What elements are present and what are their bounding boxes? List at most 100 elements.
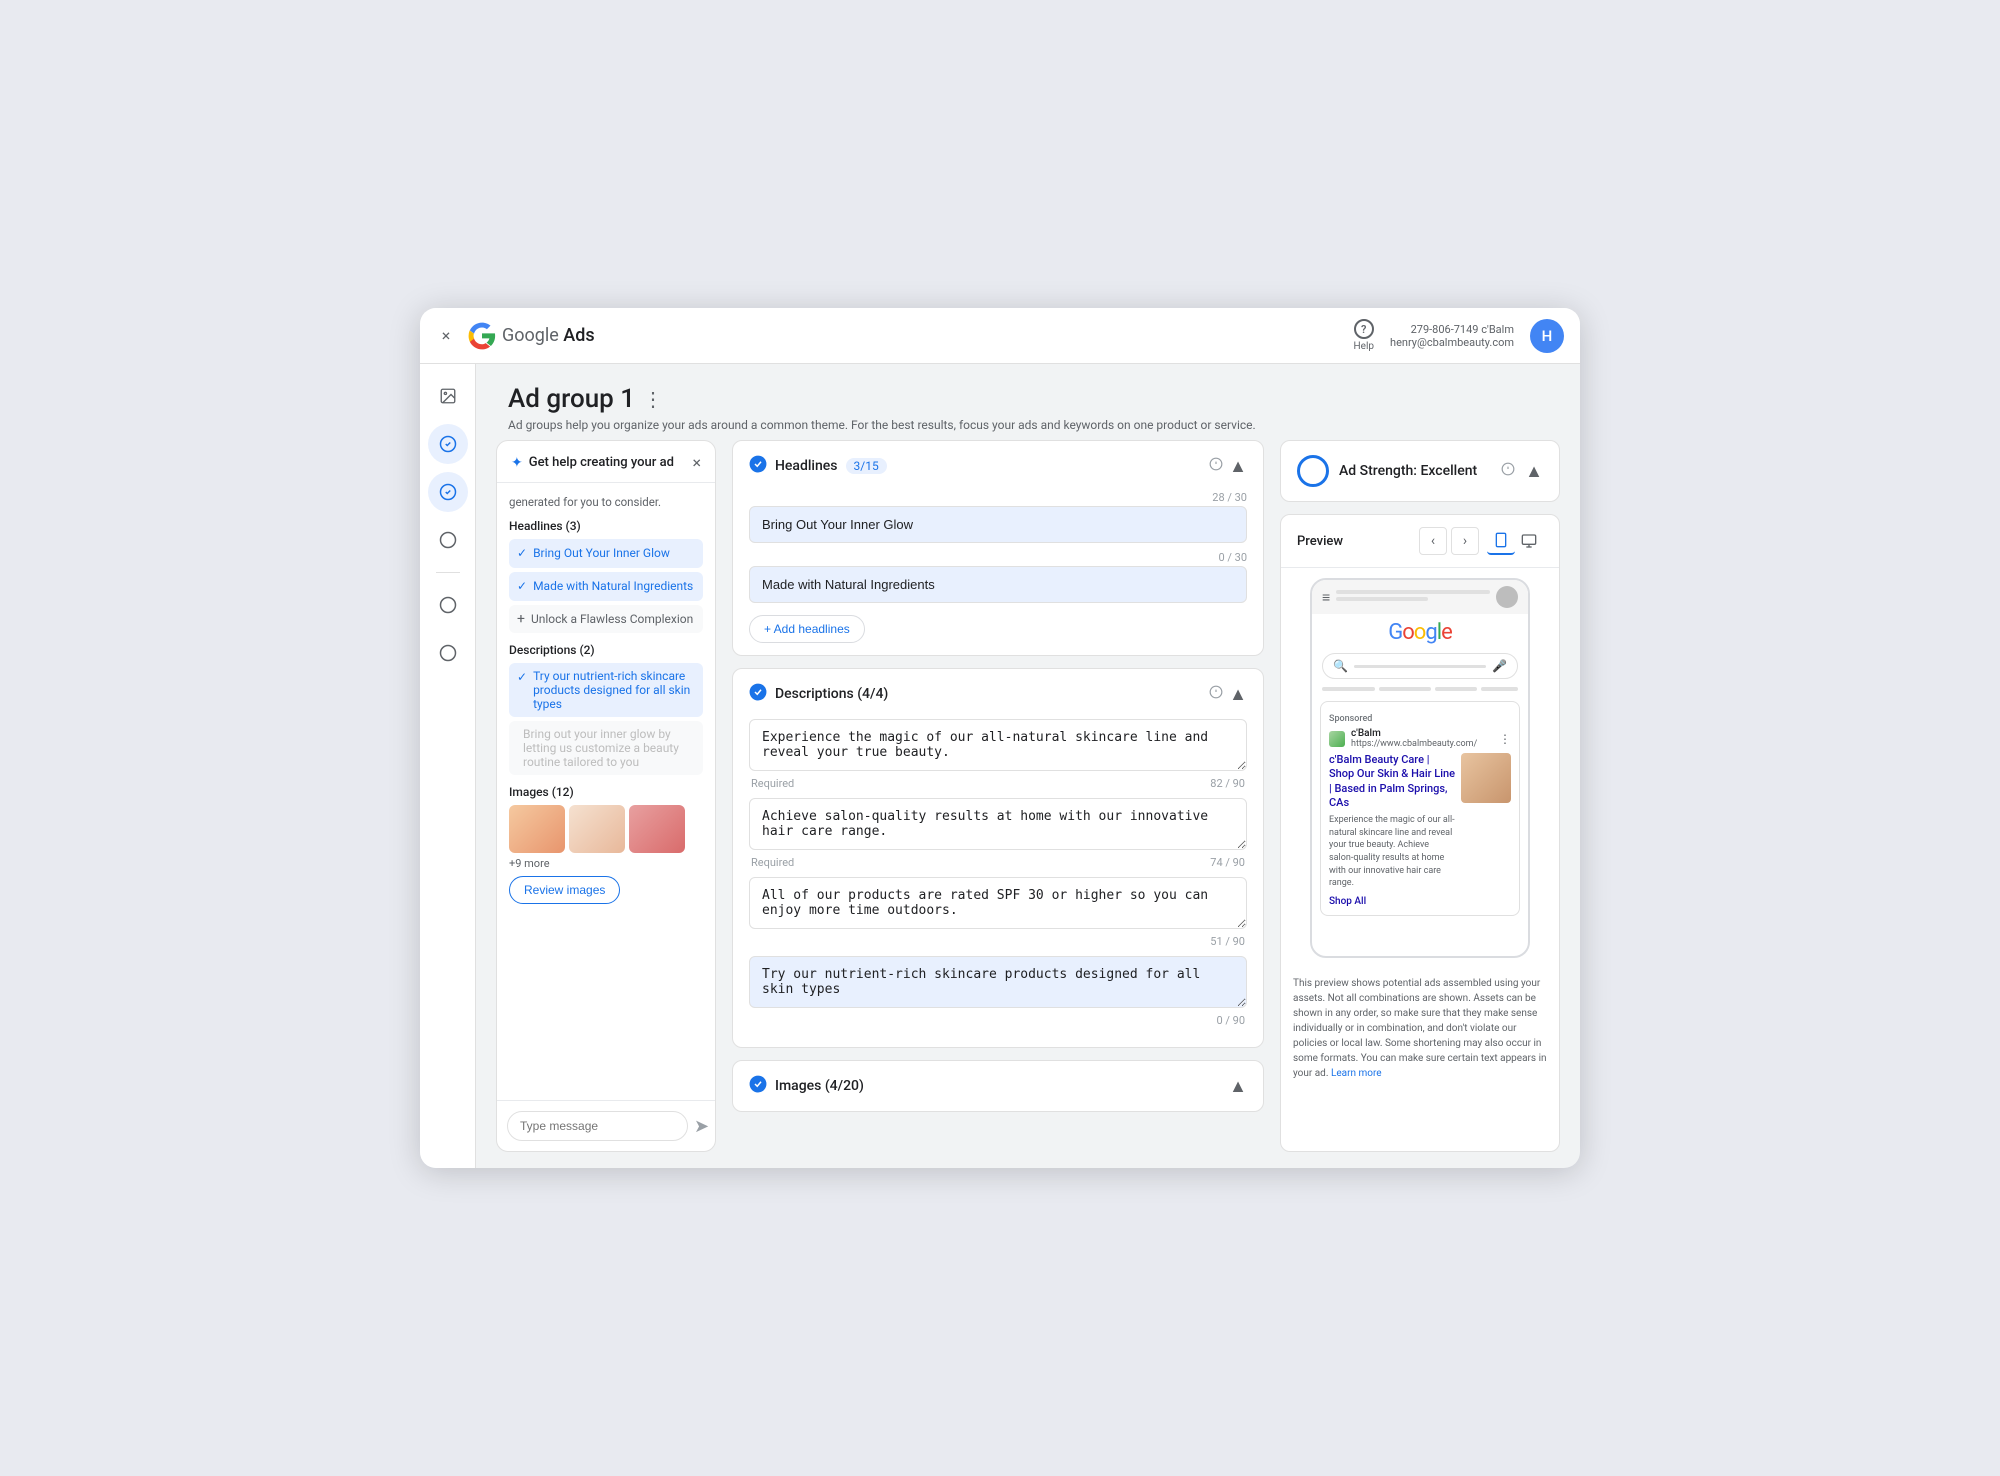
ai-close-button[interactable]: × <box>692 453 701 472</box>
descriptions-toggle[interactable]: ▲ <box>1229 684 1247 705</box>
headlines-info-icon[interactable] <box>1209 457 1223 475</box>
headline-input-1[interactable] <box>749 506 1247 543</box>
desc-counter-row-1: Required 82 / 90 <box>749 777 1247 790</box>
ai-message-input[interactable] <box>507 1111 688 1141</box>
ai-send-button[interactable]: ➤ <box>694 1116 709 1137</box>
descriptions-inputs: Experience the magic of our all-natural … <box>733 719 1263 1047</box>
phone-shop-link[interactable]: Shop All <box>1329 896 1511 907</box>
descriptions-info-icon[interactable] <box>1209 685 1223 703</box>
ad-strength-card: Ad Strength: Excellent ▲ <box>1280 440 1560 502</box>
review-images-button[interactable]: Review images <box>509 876 620 904</box>
headlines-section-label: Headlines (3) <box>509 519 703 533</box>
desc-wrap-1: Experience the magic of our all-natural … <box>749 719 1247 790</box>
topbar: × Google Ads ? Help 279-806-7149 c'Balm … <box>420 308 1580 364</box>
phone-top-bar: ≡ <box>1312 580 1528 614</box>
phone-logo-o1: o <box>1402 620 1414 645</box>
content-header: Ad group 1 ⋮ Ad groups help you organize… <box>476 364 1580 440</box>
phone-ad-desc: Experience the magic of our all-natural … <box>1329 814 1455 890</box>
phone-ad-url: https://www.cbalmbeauty.com/ <box>1351 739 1477 749</box>
ai-image-thumb-3 <box>629 805 685 853</box>
sidebar-icon-image[interactable] <box>428 376 468 416</box>
ai-check-icon-1: ✓ <box>517 546 527 560</box>
phone-ad-text: c'Balm Beauty Care | Shop Our Skin & Hai… <box>1329 753 1455 890</box>
ad-strength-header: Ad Strength: Excellent ▲ <box>1297 455 1543 487</box>
sidebar-icon-check1[interactable] <box>428 424 468 464</box>
desc-input-4[interactable]: Try our nutrient-rich skincare products … <box>749 956 1247 1008</box>
strength-info-icon[interactable] <box>1501 462 1515 480</box>
ai-headline-text-2: Made with Natural Ingredients <box>533 578 695 595</box>
ai-desc-check-icon-1: ✓ <box>517 670 527 684</box>
preview-header: Preview ‹ › <box>1281 515 1559 568</box>
preview-next-button[interactable]: › <box>1451 527 1479 555</box>
phone-mockup: ≡ Google 🔍 <box>1310 578 1530 958</box>
phone-ad: Sponsored c'Balm https://www.cbalmbeauty… <box>1320 701 1520 916</box>
phone-menu-icon: ≡ <box>1322 589 1330 606</box>
images-card-header: Images (4/20) ▲ <box>733 1061 1263 1111</box>
phone-logo-e: e <box>1441 620 1452 645</box>
middle-panel: Headlines 3/15 ▲ <box>732 440 1264 1152</box>
phone-search-bar[interactable]: 🔍 🎤 <box>1322 653 1518 679</box>
phone-more-icon[interactable]: ⋮ <box>1499 732 1511 746</box>
sidebar-icon-circle3[interactable] <box>428 633 468 673</box>
desc-input-1[interactable]: Experience the magic of our all-natural … <box>749 719 1247 771</box>
desc-counter-row-4: 0 / 90 <box>749 1014 1247 1027</box>
phone-ad-header: c'Balm https://www.cbalmbeauty.com/ ⋮ <box>1329 728 1511 749</box>
phone-ad-title[interactable]: c'Balm Beauty Care | Shop Our Skin & Hai… <box>1329 753 1455 810</box>
desc-required-2: Required <box>751 856 794 869</box>
ai-add-icon-3: + <box>517 611 525 627</box>
desc-counter-1: 82 / 90 <box>1210 777 1245 790</box>
preview-prev-button[interactable]: ‹ <box>1419 527 1447 555</box>
avatar[interactable]: H <box>1530 319 1564 353</box>
images-toggle[interactable]: ▲ <box>1229 1076 1247 1097</box>
ai-desc-item-2: Bring out your inner glow by letting us … <box>509 721 703 775</box>
descriptions-card-header: Descriptions (4/4) ▲ <box>733 669 1263 719</box>
google-logo: Google Ads <box>468 322 595 350</box>
sidebar-icon-circle1[interactable] <box>428 520 468 560</box>
phone-top-line-1 <box>1336 590 1490 594</box>
sidebar <box>420 364 476 1168</box>
preview-learn-more-link[interactable]: Learn more <box>1331 1068 1382 1079</box>
close-button[interactable]: × <box>436 326 456 346</box>
strength-toggle[interactable]: ▲ <box>1525 461 1543 482</box>
ai-panel-body: generated for you to consider. Headlines… <box>497 483 715 1100</box>
ai-desc-item-1[interactable]: ✓ Try our nutrient-rich skincare product… <box>509 663 703 717</box>
phone-ad-image <box>1461 753 1511 803</box>
images-title: Images (4/20) <box>775 1078 864 1094</box>
ai-images-section: Images (12) +9 more Review images <box>509 785 703 904</box>
desc-counter-row-2: Required 74 / 90 <box>749 856 1247 869</box>
add-headlines-button[interactable]: + Add headlines <box>749 615 865 643</box>
right-panel: Ad Strength: Excellent ▲ Preview ‹ <box>1280 440 1560 1152</box>
help-button[interactable]: ? Help <box>1354 319 1374 352</box>
phone-ad-icon <box>1329 731 1345 747</box>
ai-panel-header: ✦ Get help creating your ad × <box>497 441 715 483</box>
ai-diamond-icon: ✦ <box>511 455 523 471</box>
phone-top-line-2 <box>1336 597 1428 601</box>
phone-nav-line-3 <box>1435 687 1477 691</box>
phone-search-line <box>1354 665 1486 668</box>
sidebar-icon-check2[interactable] <box>428 472 468 512</box>
headline-input-2[interactable] <box>749 566 1247 603</box>
preview-desktop-button[interactable] <box>1515 527 1543 555</box>
headlines-toggle[interactable]: ▲ <box>1229 456 1247 477</box>
phone-logo-g2: g <box>1425 620 1436 645</box>
sidebar-icon-circle2[interactable] <box>428 585 468 625</box>
account-email: henry@cbalmbeauty.com <box>1390 336 1514 349</box>
ai-panel-title: Get help creating your ad <box>529 455 674 470</box>
ai-headline-text-1: Bring Out Your Inner Glow <box>533 545 695 562</box>
ai-headline-text-3: Unlock a Flawless Complexion <box>531 611 695 628</box>
ai-headline-item-1[interactable]: ✓ Bring Out Your Inner Glow <box>509 539 703 568</box>
ai-desc-text-1: Try our nutrient-rich skincare products … <box>533 669 695 711</box>
help-label: Help <box>1354 341 1374 352</box>
google-g-icon <box>468 322 496 350</box>
descriptions-check-icon <box>749 683 767 705</box>
phone-google-logo: Google <box>1312 614 1528 649</box>
more-options-icon[interactable]: ⋮ <box>643 387 663 411</box>
preview-card: Preview ‹ › <box>1280 514 1560 1152</box>
preview-mobile-button[interactable] <box>1487 527 1515 555</box>
desc-counter-4: 0 / 90 <box>1216 1014 1245 1027</box>
ai-headline-item-3[interactable]: + Unlock a Flawless Complexion <box>509 605 703 634</box>
ai-headline-item-2[interactable]: ✓ Made with Natural Ingredients <box>509 572 703 601</box>
desc-input-2[interactable]: Achieve salon-quality results at home wi… <box>749 798 1247 850</box>
headline-counter-1: 28 / 30 <box>749 491 1247 504</box>
desc-input-3[interactable]: All of our products are rated SPF 30 or … <box>749 877 1247 929</box>
